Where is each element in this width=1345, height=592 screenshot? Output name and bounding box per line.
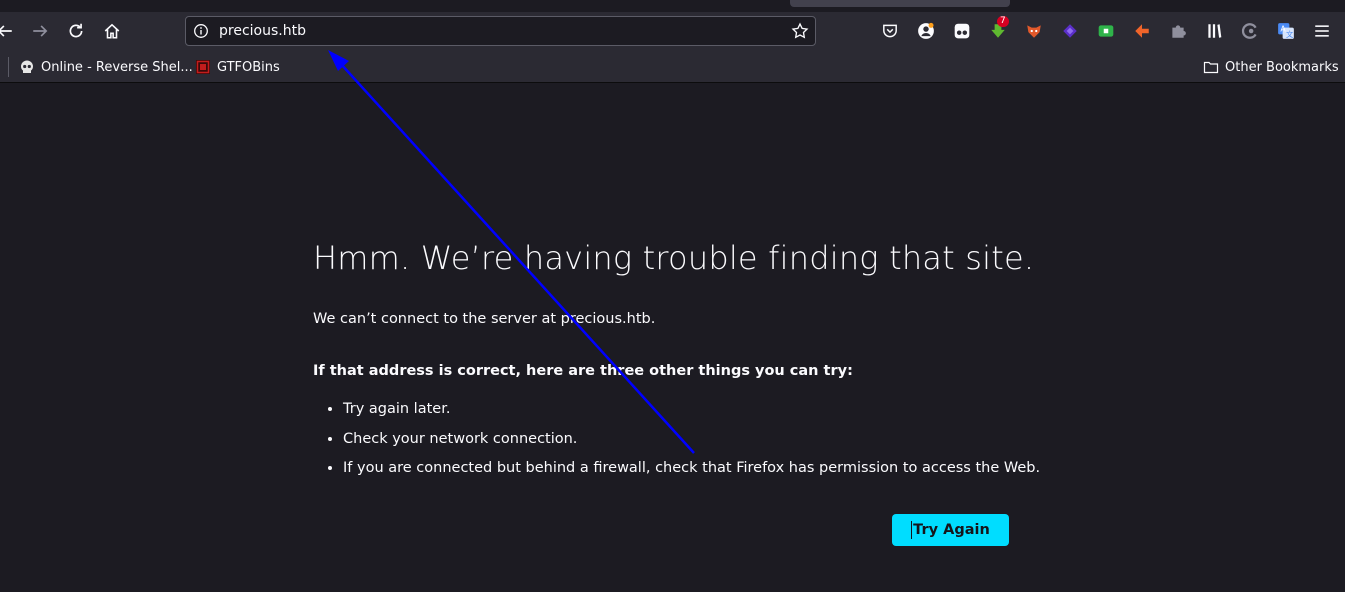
menu-button[interactable]: [1309, 18, 1335, 44]
forward-button[interactable]: [25, 16, 55, 46]
forward-arrow-icon: [33, 25, 48, 37]
suggestions-heading: If that address is correct, here are thr…: [313, 363, 853, 379]
svg-text:文: 文: [1286, 30, 1294, 39]
other-bookmarks-folder[interactable]: Other Bookmarks: [1203, 58, 1339, 76]
url-bar[interactable]: precious.htb: [185, 16, 816, 46]
extension-glasses-button[interactable]: [949, 18, 975, 44]
library-icon: [1208, 24, 1222, 38]
green-extension-button[interactable]: [1093, 18, 1119, 44]
orange-extension-icon: [1135, 24, 1149, 38]
reload-button[interactable]: [61, 16, 91, 46]
text-cursor: [911, 521, 913, 539]
pocket-icon: [883, 24, 897, 38]
navigation-toolbar: precious.htb 7 A 文: [0, 12, 1345, 50]
home-icon: [104, 23, 120, 39]
try-again-button[interactable]: Try Again: [892, 514, 1009, 546]
back-button[interactable]: [0, 16, 20, 46]
list-item: If you are connected but behind a firewa…: [343, 458, 1040, 488]
library-button[interactable]: [1201, 18, 1227, 44]
puzzle-extension-button[interactable]: [1165, 18, 1191, 44]
try-again-label: Try Again: [913, 522, 990, 538]
account-button[interactable]: [913, 18, 939, 44]
bookmark-label: Online - Reverse Shel...: [41, 59, 193, 75]
home-button[interactable]: [97, 16, 127, 46]
tab[interactable]: [790, 0, 1010, 7]
extension-badge: 7: [997, 16, 1009, 27]
orange-extension-button[interactable]: [1129, 18, 1155, 44]
reload-icon: [69, 23, 83, 38]
other-bookmarks-label: Other Bookmarks: [1225, 59, 1339, 75]
list-item: Check your network connection.: [343, 429, 1040, 459]
purple-extension-button[interactable]: [1057, 18, 1083, 44]
folder-icon: [1203, 61, 1219, 74]
puzzle-extension-icon: [1172, 25, 1186, 38]
bookmarks-toolbar: Online - Reverse Shel... GTFOBins Other …: [0, 50, 1345, 83]
menu-icon: [1315, 25, 1329, 37]
spinner-extension-button[interactable]: [1237, 18, 1263, 44]
fox-extension-button[interactable]: [1021, 18, 1047, 44]
gtfobins-icon: [196, 60, 210, 74]
tab-strip: [0, 0, 1345, 12]
bookmark-label: GTFOBins: [217, 59, 280, 75]
account-icon: [918, 22, 934, 39]
translate-button[interactable]: A文: [1273, 18, 1299, 44]
error-page: Hmm. We’re having trouble finding that s…: [0, 83, 1345, 592]
download-extension-button[interactable]: 7: [985, 16, 1011, 44]
fox-extension-icon: [1027, 25, 1041, 38]
url-text[interactable]: precious.htb: [219, 23, 306, 39]
pocket-button[interactable]: [877, 18, 903, 44]
spinner-extension-icon: [1241, 23, 1257, 39]
page-title: Hmm. We’re having trouble finding that s…: [313, 239, 1035, 277]
purple-extension-icon: [1063, 24, 1077, 38]
browser-window: precious.htb 7 A 文 Online - Reverse Shel…: [0, 0, 1345, 592]
bookmark-reverse-shell[interactable]: Online - Reverse Shel...: [19, 58, 193, 76]
toolbar-separator: [8, 57, 9, 77]
error-description: We can’t connect to the server at precio…: [313, 311, 656, 327]
list-item: Try again later.: [343, 399, 1040, 429]
skull-icon: [21, 60, 33, 73]
back-arrow-icon: [0, 25, 12, 37]
bookmark-star-icon[interactable]: [791, 22, 809, 40]
bookmark-gtfobins[interactable]: GTFOBins: [195, 58, 280, 76]
suggestions-list: Try again later. Check your network conn…: [313, 399, 1040, 488]
translate-icon: A文: [1278, 23, 1294, 39]
green-extension-icon: [1098, 25, 1114, 37]
extension-glasses-icon: [954, 23, 970, 39]
info-icon[interactable]: [193, 23, 209, 39]
